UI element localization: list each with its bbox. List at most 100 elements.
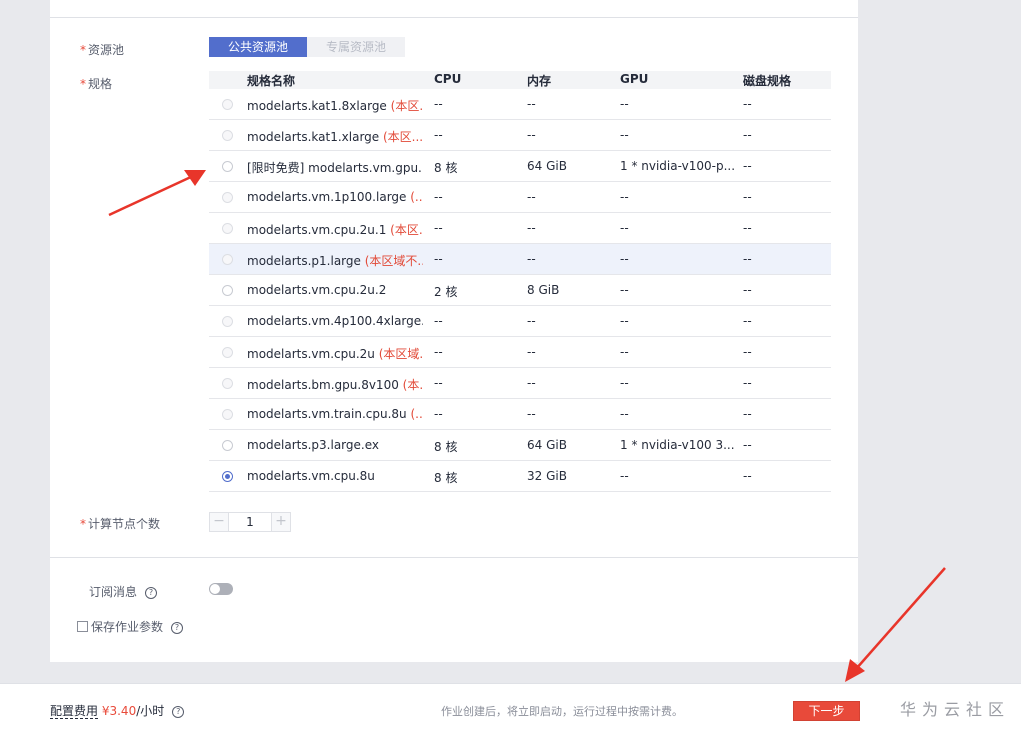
spec-gpu: 1 * nvidia-v100 3... — [620, 438, 735, 452]
table-row: modelarts.bm.gpu.8v100 (本... -- -- -- -- — [209, 368, 831, 399]
node-count-stepper: − 1 + — [209, 512, 291, 532]
save-params-checkbox[interactable] — [77, 621, 88, 632]
help-icon[interactable]: ? — [145, 586, 158, 599]
spec-name-text: modelarts.vm.cpu.2u — [247, 347, 379, 361]
table-row[interactable]: modelarts.vm.cpu.2u.2 2 核 8 GiB -- -- — [209, 275, 831, 306]
spec-gpu: -- — [620, 407, 629, 421]
spec-name-text: modelarts.kat1.8xlarge — [247, 99, 391, 113]
subscribe-toggle[interactable] — [209, 583, 233, 595]
spec-gpu: -- — [620, 345, 629, 359]
pool-label: * 资源池 — [80, 43, 125, 57]
help-icon[interactable]: ? — [172, 705, 185, 718]
header-disk: 磁盘规格 — [743, 74, 792, 88]
spec-cpu: -- — [434, 252, 443, 266]
spec-radio — [222, 130, 233, 141]
spec-name: modelarts.vm.cpu.2u.1 (本区... — [247, 221, 423, 238]
spec-label: * 规格 — [80, 77, 113, 91]
spec-radio — [222, 316, 233, 327]
spec-memory: -- — [527, 376, 536, 390]
region-note: (本区域... — [378, 347, 423, 361]
spec-name: modelarts.kat1.xlarge (本区... — [247, 128, 423, 145]
header-cpu: CPU — [434, 72, 462, 86]
billing-notice: 作业创建后，将立即启动，运行过程中按需计费。 — [441, 705, 683, 718]
spec-memory: 32 GiB — [527, 469, 567, 483]
subscribe-label: 订阅消息? — [89, 583, 158, 600]
spec-gpu: -- — [620, 469, 629, 483]
spec-table: 规格名称 CPU 内存 GPU 磁盘规格 modelarts.kat1.8xla… — [209, 71, 831, 492]
spec-cpu: -- — [434, 97, 443, 111]
spec-gpu: -- — [620, 283, 629, 297]
spec-name-text: modelarts.vm.cpu.8u — [247, 469, 375, 483]
spec-radio[interactable] — [222, 440, 233, 451]
spec-cpu: 2 核 — [434, 285, 458, 299]
public-pool-button[interactable]: 公共资源池 — [209, 37, 308, 57]
spec-name: modelarts.vm.4p100.4xlarge... — [247, 314, 423, 328]
spec-gpu: 1 * nvidia-v100-p... — [620, 159, 735, 173]
spec-cpu: -- — [434, 407, 443, 421]
spec-name-text: modelarts.p3.large.ex — [247, 438, 379, 452]
spec-disk: -- — [743, 407, 752, 421]
spec-memory: 8 GiB — [527, 283, 560, 297]
help-icon[interactable]: ? — [171, 621, 184, 634]
spec-cpu: 8 核 — [434, 161, 458, 175]
save-params-label: 保存作业参数? — [91, 618, 184, 635]
dedicated-pool-button[interactable]: 专属资源池 — [307, 37, 406, 57]
spec-memory: -- — [527, 314, 536, 328]
spec-gpu: -- — [620, 128, 629, 142]
spec-cpu: -- — [434, 376, 443, 390]
header-gpu: GPU — [620, 72, 649, 86]
region-note: (本区... — [390, 223, 423, 237]
spec-gpu: -- — [620, 97, 629, 111]
spec-radio — [222, 223, 233, 234]
spec-radio[interactable] — [222, 285, 233, 296]
spec-name: modelarts.vm.train.cpu.8u (... — [247, 407, 423, 421]
decrement-button[interactable]: − — [210, 513, 228, 531]
next-step-button[interactable]: 下一步 — [793, 701, 860, 721]
spec-name-text: modelarts.vm.cpu.2u.1 — [247, 223, 391, 237]
spec-name-text: modelarts.vm.cpu.2u.2 — [247, 283, 387, 297]
table-row[interactable]: modelarts.p3.large.ex 8 核 64 GiB 1 * nvidia… — [209, 430, 831, 461]
spec-radio — [222, 347, 233, 358]
table-row: modelarts.p1.large (本区域不... -- -- -- -- — [209, 244, 831, 275]
spec-radio[interactable] — [222, 471, 233, 482]
table-row: modelarts.vm.cpu.2u.1 (本区... -- -- -- -- — [209, 213, 831, 244]
spec-cpu: -- — [434, 221, 443, 235]
spec-disk: -- — [743, 128, 752, 142]
spec-memory: -- — [527, 128, 536, 142]
spec-memory: -- — [527, 190, 536, 204]
cost-summary: 配置费用 ¥3.40/小时? — [50, 702, 185, 719]
table-row[interactable]: [限时免费] modelarts.vm.gpu... 8 核 64 GiB 1 * n… — [209, 151, 831, 182]
table-row[interactable]: modelarts.vm.cpu.8u 8 核 32 GiB -- -- — [209, 461, 831, 492]
watermark: 华为云社区 — [900, 700, 1011, 719]
spec-name-text: modelarts.kat1.xlarge — [247, 130, 383, 144]
spec-name: modelarts.bm.gpu.8v100 (本... — [247, 376, 423, 393]
spec-radio — [222, 409, 233, 420]
spec-gpu: -- — [620, 252, 629, 266]
node-count-input[interactable]: 1 — [228, 513, 272, 531]
table-row: modelarts.kat1.8xlarge (本区... -- -- -- -- — [209, 89, 831, 120]
spec-radio — [222, 254, 233, 265]
spec-name: modelarts.vm.cpu.2u (本区域... — [247, 345, 423, 362]
nodes-label: * 计算节点个数 — [80, 517, 161, 531]
table-row: modelarts.vm.4p100.4xlarge... -- -- -- -- — [209, 306, 831, 337]
top-divider — [50, 17, 858, 18]
spec-memory: -- — [527, 97, 536, 111]
table-row: modelarts.vm.train.cpu.8u (... -- -- -- -- — [209, 399, 831, 430]
header-memory: 内存 — [527, 74, 552, 88]
price-unit: /小时 — [136, 704, 165, 718]
spec-name-text: modelarts.bm.gpu.8v100 — [247, 378, 403, 392]
spec-cpu: -- — [434, 345, 443, 359]
spec-radio[interactable] — [222, 161, 233, 172]
spec-memory: -- — [527, 221, 536, 235]
increment-button[interactable]: + — [272, 513, 290, 531]
spec-cpu: -- — [434, 314, 443, 328]
spec-name: modelarts.vm.cpu.2u.2 — [247, 283, 423, 297]
spec-memory: -- — [527, 345, 536, 359]
spec-memory: -- — [527, 407, 536, 421]
table-row: modelarts.kat1.xlarge (本区... -- -- -- -- — [209, 120, 831, 151]
spec-name: modelarts.p1.large (本区域不... — [247, 252, 423, 269]
spec-radio — [222, 192, 233, 203]
spec-name: modelarts.vm.cpu.8u — [247, 469, 423, 483]
section-divider — [50, 557, 858, 558]
region-note: (本区... — [383, 130, 423, 144]
